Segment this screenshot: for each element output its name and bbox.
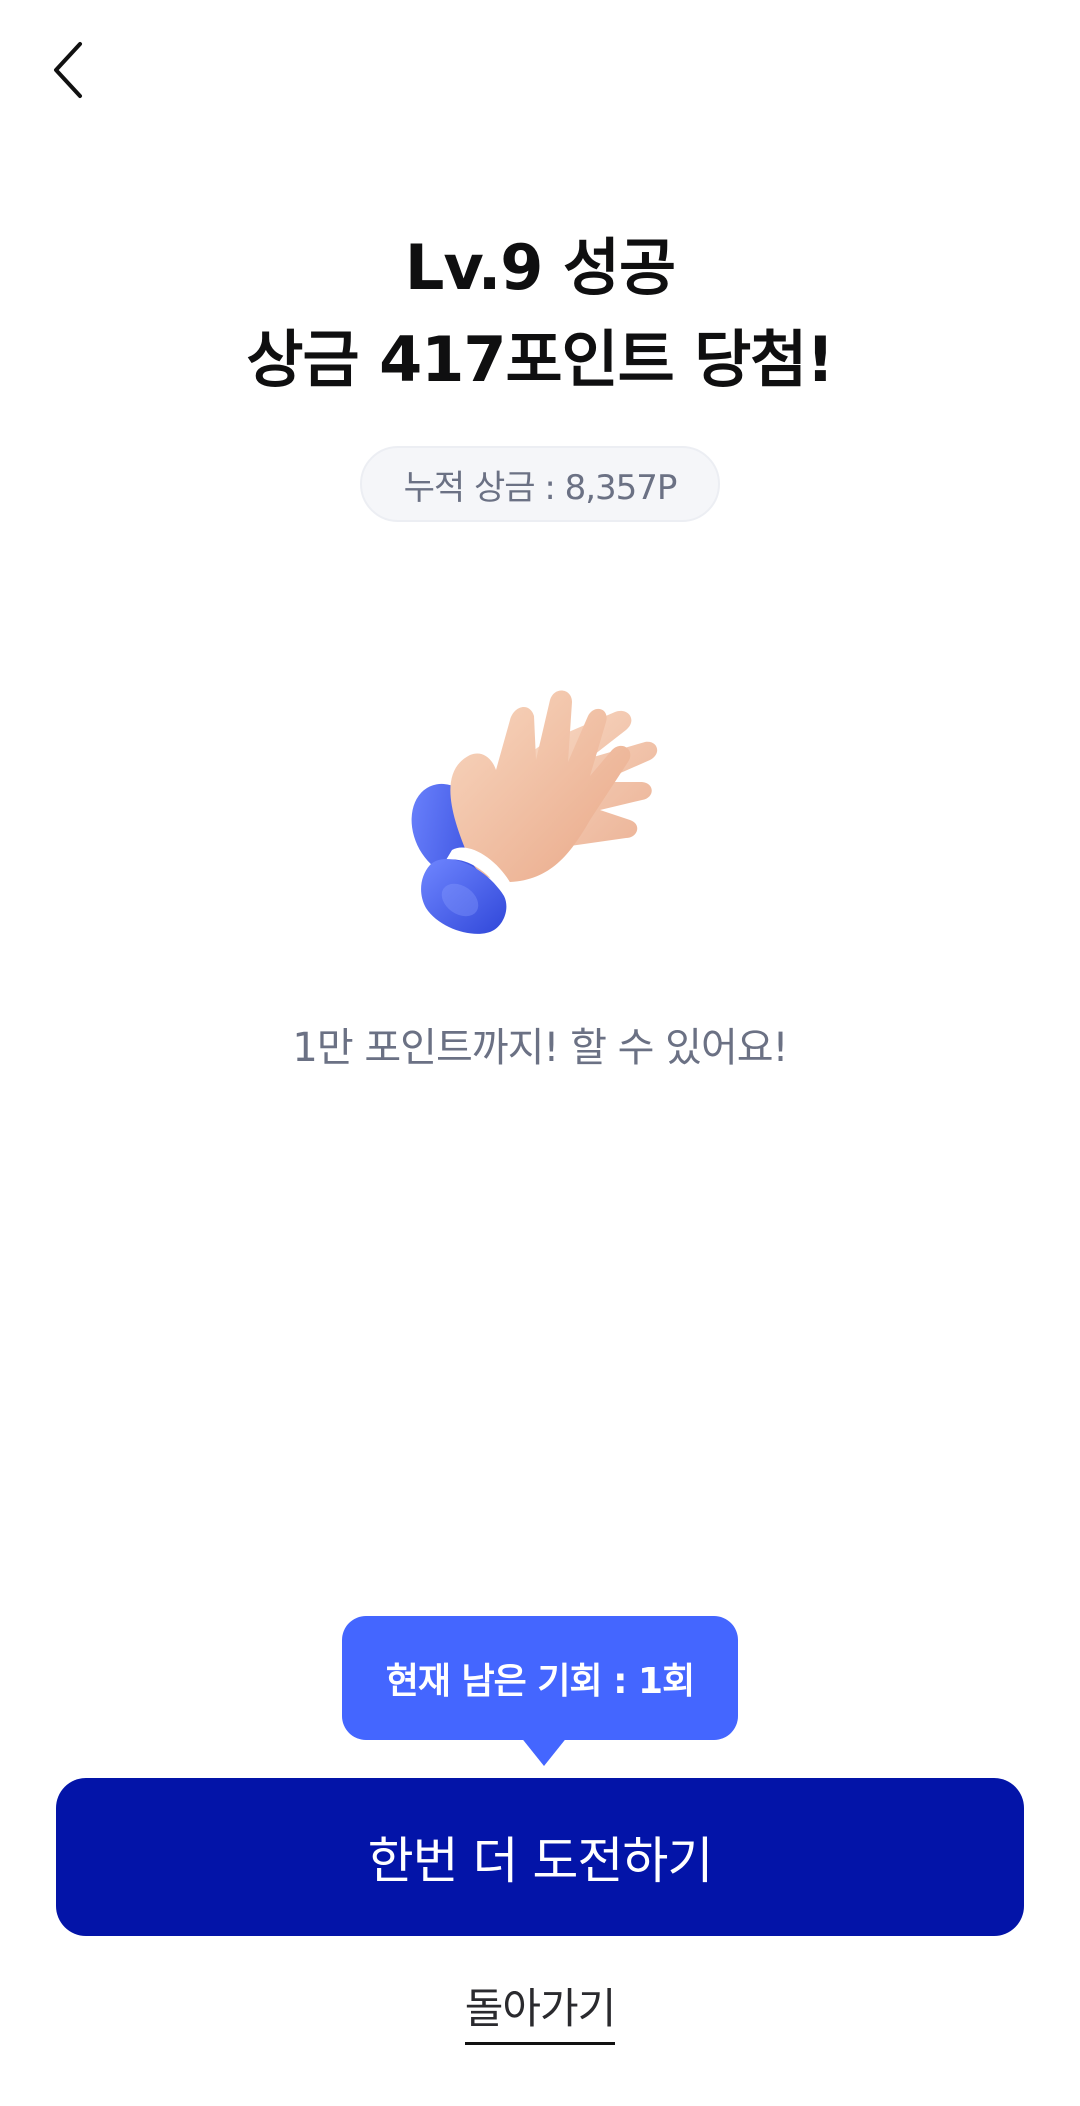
- back-button[interactable]: [36, 30, 100, 110]
- go-back-label: 돌아가기: [464, 1975, 616, 2045]
- remaining-chances-tooltip: 현재 남은 기회 : 1회: [342, 1616, 738, 1740]
- clapping-hands-icon: [400, 650, 690, 940]
- encouragement-message: 1만 포인트까지! 할 수 있어요!: [292, 1025, 788, 1071]
- chevron-left-icon: [54, 42, 82, 98]
- result-title: Lv.9 성공 상금 417포인트 당첨!: [0, 222, 1080, 406]
- tooltip-tail: [520, 1736, 568, 1766]
- accumulated-prize-badge: 누적 상금 : 8,357P: [360, 446, 720, 522]
- prize-won-text: 상금 417포인트 당첨!: [246, 323, 834, 396]
- level-success-text: Lv.9 성공: [404, 231, 676, 304]
- go-back-link[interactable]: 돌아가기: [440, 1975, 640, 2045]
- retry-button[interactable]: 한번 더 도전하기: [56, 1778, 1024, 1936]
